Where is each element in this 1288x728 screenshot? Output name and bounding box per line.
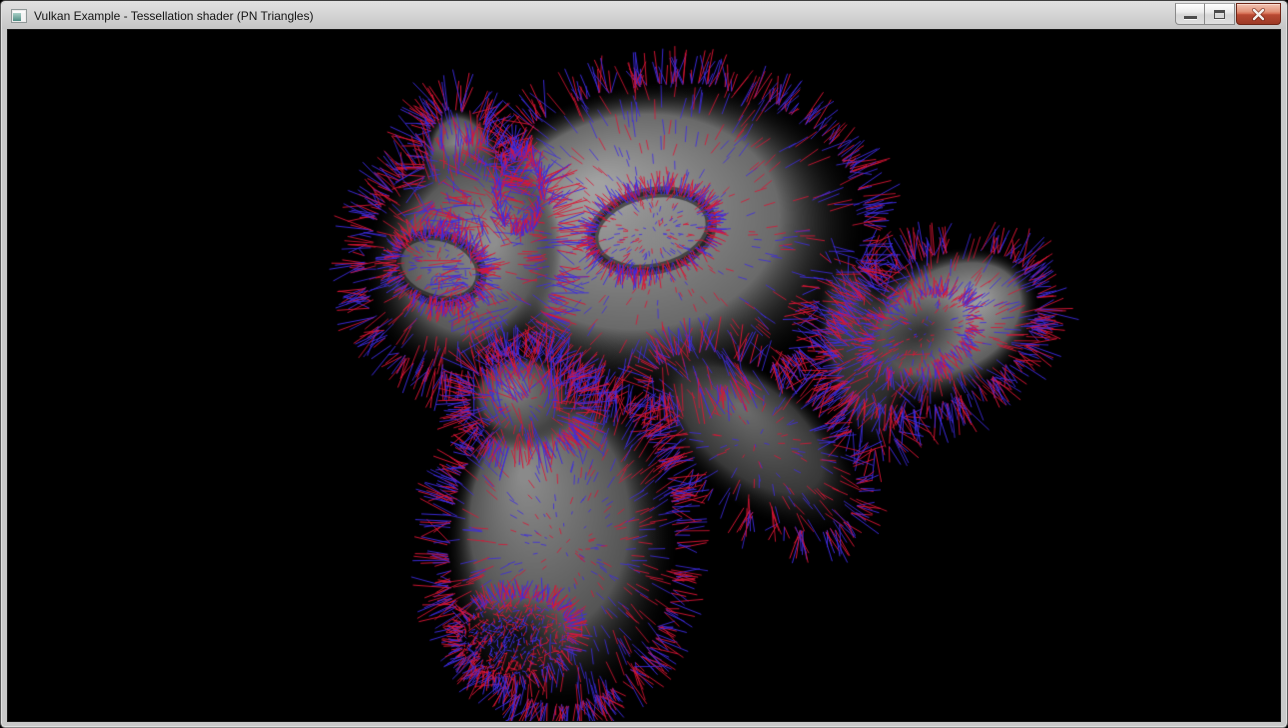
application-icon — [11, 9, 27, 23]
render-client-area — [7, 29, 1281, 722]
minimize-icon — [1184, 16, 1197, 19]
app-window: Vulkan Example - Tessellation shader (PN… — [0, 0, 1288, 728]
viewport-canvas[interactable] — [8, 30, 1280, 721]
application-icon-content-part — [13, 13, 21, 21]
close-icon — [1251, 8, 1266, 21]
maximize-button[interactable] — [1205, 3, 1235, 25]
titlebar[interactable]: Vulkan Example - Tessellation shader (PN… — [2, 2, 1286, 29]
window-title: Vulkan Example - Tessellation shader (PN… — [34, 9, 313, 23]
close-button[interactable] — [1236, 3, 1281, 25]
minimize-button[interactable] — [1175, 3, 1205, 25]
application-icon-side-part — [21, 13, 25, 21]
maximize-icon — [1214, 10, 1225, 19]
window-controls — [1175, 3, 1281, 25]
